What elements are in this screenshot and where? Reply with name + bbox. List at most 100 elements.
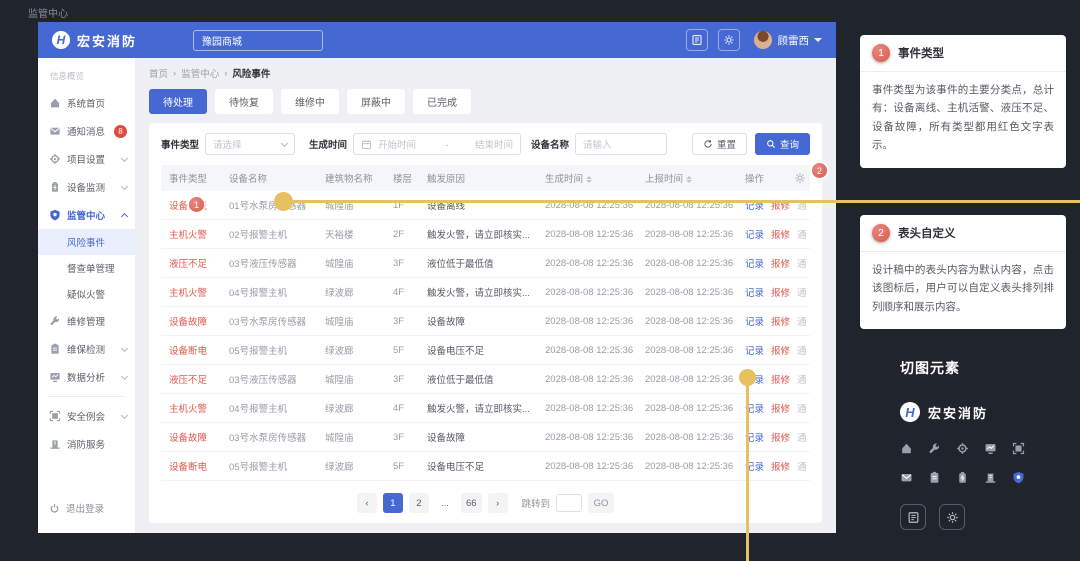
fire-service-icon (984, 471, 997, 484)
column-header-label: 建筑物名称 (325, 174, 373, 185)
floor-cell: 4F (389, 403, 423, 414)
sidebar-item-shield[interactable]: 监管中心 (38, 201, 135, 229)
record-link[interactable]: 记录 (745, 285, 764, 299)
repair-link[interactable]: 报修 (771, 314, 790, 328)
notify-link[interactable]: 通知 (797, 285, 806, 299)
cutouts-title: 切图元素 (900, 358, 1066, 378)
notify-link[interactable]: 通知 (797, 256, 806, 270)
sidebar-subitem[interactable]: 风险事件 (38, 229, 135, 255)
user-menu[interactable]: 顾雷西 (778, 33, 823, 48)
customize-columns-button[interactable] (794, 172, 806, 184)
sidebar-item-fire-service[interactable]: 消防服务 (38, 430, 135, 458)
table-row[interactable]: 设备断电05号报警主机绿波廊5F设备电压不足2028-08-08 12:25:3… (161, 336, 810, 365)
sort-icon[interactable] (586, 176, 592, 183)
table-row[interactable]: 液压不足03号液压传感器城隍庙3F液位低于最低值2028-08-08 12:25… (161, 365, 810, 394)
notify-link[interactable]: 通知 (797, 401, 806, 415)
tab-屏蔽中[interactable]: 屏蔽中 (347, 89, 405, 114)
sidebar-item-maintenance[interactable]: 维保检测 (38, 335, 135, 363)
avatar[interactable] (754, 31, 772, 49)
notify-link[interactable]: 通知 (797, 314, 806, 328)
table-row[interactable]: 主机火警04号报警主机绿波廊4F触发火警，请立即核实...2028-08-08 … (161, 278, 810, 307)
logout-button[interactable]: 退出登录 (38, 493, 135, 523)
sidebar-item-device[interactable]: 设备监测 (38, 173, 135, 201)
sidebar-item-repair[interactable]: 维修管理 (38, 307, 135, 335)
notify-link[interactable]: 通知 (797, 459, 806, 473)
table-row[interactable]: 主机火警02号报警主机天裕楼2F触发火警，请立即核实...2028-08-08 … (161, 220, 810, 249)
event-type-select[interactable]: 请选择 (205, 133, 295, 155)
reset-button[interactable]: 重置 (692, 133, 747, 155)
repair-link[interactable]: 报修 (771, 285, 790, 299)
notify-link[interactable]: 通知 (797, 343, 806, 357)
notify-link[interactable]: 通知 (797, 372, 806, 386)
table-row[interactable]: 设备故障03号水泵房传感器城隍庙3F设备故障2028-08-08 12:25:3… (161, 307, 810, 336)
table-row[interactable]: 设备离线01号水泵房传感器城隍庙1F设备离线2028-08-08 12:25:3… (161, 191, 810, 220)
sidebar-subitem[interactable]: 疑似火警 (38, 281, 135, 307)
contract-button[interactable] (686, 29, 708, 51)
tab-维修中[interactable]: 维修中 (281, 89, 339, 114)
breadcrumb-center[interactable]: 监管中心 (181, 66, 219, 80)
building-cell: 城隍庙 (321, 256, 389, 270)
backdrop-artboard-label: 监管中心 (28, 5, 68, 20)
table-row[interactable]: 主机火警04号报警主机绿波廊4F触发火警，请立即核实...2028-08-08 … (161, 394, 810, 423)
breadcrumb-home[interactable]: 首页 (149, 66, 168, 80)
notify-link[interactable]: 通知 (797, 227, 806, 241)
cutout-brand-name: 宏安消防 (928, 403, 988, 422)
jump-page-input[interactable] (556, 494, 582, 512)
page-button-66[interactable]: 66 (461, 493, 482, 513)
repair-link[interactable]: 报修 (771, 430, 790, 444)
search-button[interactable]: 查询 (755, 133, 810, 155)
event-type-cell: 设备断电 (165, 459, 225, 473)
tab-已完成[interactable]: 已完成 (413, 89, 471, 114)
contract-icon (907, 511, 920, 524)
sidebar-item-analytics[interactable]: 数据分析 (38, 363, 135, 391)
building-cell: 绿波廊 (321, 459, 389, 473)
column-header-label: 事件类型 (169, 174, 207, 185)
next-page-button[interactable]: › (488, 493, 508, 513)
record-link[interactable]: 记录 (745, 314, 764, 328)
event-type-cell: 液压不足 (165, 372, 225, 386)
table-row[interactable]: 设备断电05号报警主机绿波廊5F设备电压不足2028-08-08 12:25:3… (161, 452, 810, 481)
device-name-input[interactable]: 请输入 (575, 133, 667, 155)
record-link[interactable]: 记录 (745, 343, 764, 357)
sidebar-subitem[interactable]: 督查单管理 (38, 255, 135, 281)
page-button-...[interactable]: ... (435, 493, 455, 513)
tab-待处理[interactable]: 待处理 (149, 89, 207, 114)
table-row[interactable]: 液压不足03号液压传感器城隍庙3F液位低于最低值2028-08-08 12:25… (161, 249, 810, 278)
page-button-1[interactable]: 1 (383, 493, 403, 513)
panel-title: 表头自定义 (898, 225, 956, 241)
go-button[interactable]: GO (588, 493, 614, 513)
sidebar-item-meeting[interactable]: 安全例会 (38, 402, 135, 430)
settings-button[interactable] (718, 29, 740, 51)
repair-link[interactable]: 报修 (771, 256, 790, 270)
status-tabs: 待处理待恢复维修中屏蔽中已完成 (149, 89, 822, 114)
record-link[interactable]: 记录 (745, 256, 764, 270)
repair-link[interactable]: 报修 (771, 227, 790, 241)
prev-page-button[interactable]: ‹ (357, 493, 377, 513)
repair-link[interactable]: 报修 (771, 459, 790, 473)
notify-link[interactable]: 通知 (797, 430, 806, 444)
created-time-cell: 2028-08-08 12:25:36 (541, 316, 641, 327)
sidebar-item-label: 数据分析 (67, 370, 116, 384)
sidebar-item-home[interactable]: 系统首页 (38, 89, 135, 117)
project-select[interactable]: 豫园商城 (193, 30, 323, 51)
column-header: 生成时间 (541, 171, 641, 185)
repair-icon (928, 442, 941, 455)
record-link[interactable]: 记录 (745, 227, 764, 241)
floor-cell: 5F (389, 461, 423, 472)
repair-link[interactable]: 报修 (771, 401, 790, 415)
cutout-elements-section: 切图元素 H 宏安消防 (860, 358, 1066, 530)
repair-link[interactable]: 报修 (771, 372, 790, 386)
sidebar-item-project[interactable]: 项目设置 (38, 145, 135, 173)
tab-待恢复[interactable]: 待恢复 (215, 89, 273, 114)
device-name-cell: 03号液压传感器 (225, 372, 321, 386)
repair-link[interactable]: 报修 (771, 343, 790, 357)
floor-cell: 3F (389, 316, 423, 327)
sidebar-item-message[interactable]: 通知消息8 (38, 117, 135, 145)
trigger-reason-cell: 触发火警，请立即核实... (423, 401, 541, 415)
date-range-picker[interactable]: 开始时间 → 结束时间 (353, 133, 521, 155)
page-button-2[interactable]: 2 (409, 493, 429, 513)
sort-icon[interactable] (686, 176, 692, 183)
table-row[interactable]: 设备故障03号水泵房传感器城隍庙3F设备故障2028-08-08 12:25:3… (161, 423, 810, 452)
actions-cell: 记录报修通知 (741, 314, 806, 328)
device-name-cell: 02号报警主机 (225, 227, 321, 241)
